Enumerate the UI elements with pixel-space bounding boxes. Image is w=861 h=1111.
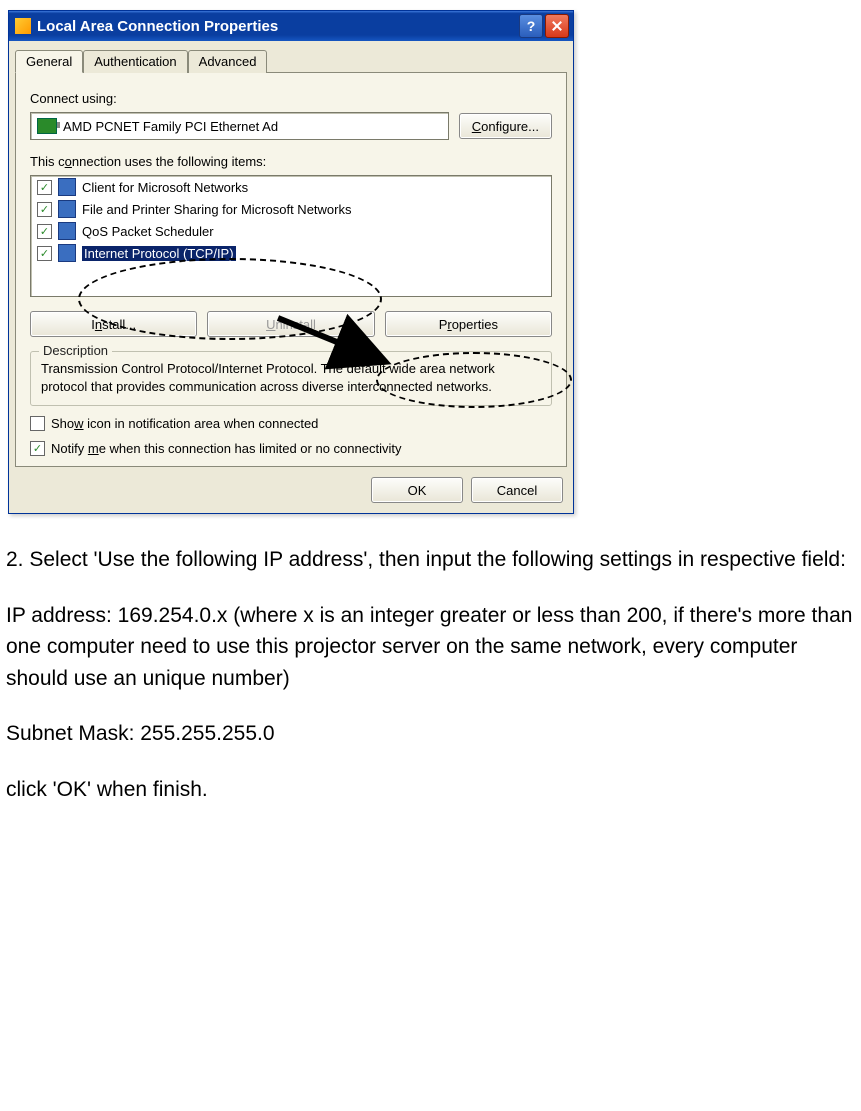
notify-label: Notify me when this connection has limit… [51,441,401,456]
description-group: Description Transmission Control Protoco… [30,351,552,406]
tab-general[interactable]: General [15,50,83,73]
list-item[interactable]: ✓ Client for Microsoft Networks [31,176,551,198]
show-icon-checkbox[interactable]: ✓ [30,416,45,431]
properties-button[interactable]: Properties [385,311,552,337]
instructions-text: 2. Select 'Use the following IP address'… [0,514,861,839]
item-label: File and Printer Sharing for Microsoft N… [82,202,351,217]
connection-properties-dialog: Local Area Connection Properties ? Gener… [8,10,574,514]
close-button[interactable] [545,14,569,38]
description-text: Transmission Control Protocol/Internet P… [41,360,541,395]
titlebar: Local Area Connection Properties ? [9,11,573,41]
adapter-name: AMD PCNET Family PCI Ethernet Ad [63,119,278,134]
network-connection-icon [15,18,31,34]
uninstall-button[interactable]: Uninstall [207,311,374,337]
list-item[interactable]: ✓ File and Printer Sharing for Microsoft… [31,198,551,220]
checkbox[interactable]: ✓ [37,180,52,195]
item-label: Client for Microsoft Networks [82,180,248,195]
tab-authentication[interactable]: Authentication [83,50,187,73]
ok-button[interactable]: OK [371,477,463,503]
dialog-buttons: OK Cancel [9,467,573,513]
list-item[interactable]: ✓ QoS Packet Scheduler [31,220,551,242]
window-title: Local Area Connection Properties [37,18,519,35]
service-icon [58,222,76,240]
protocol-icon [58,244,76,262]
notify-checkbox[interactable]: ✓ [30,441,45,456]
cancel-button[interactable]: Cancel [471,477,563,503]
tab-panel-general: Connect using: AMD PCNET Family PCI Ethe… [15,72,567,467]
items-listbox[interactable]: ✓ Client for Microsoft Networks ✓ File a… [30,175,552,297]
checkbox[interactable]: ✓ [37,224,52,239]
checkbox[interactable]: ✓ [37,202,52,217]
tabs: General Authentication Advanced [9,41,573,72]
configure-button[interactable]: Configure... [459,113,552,139]
list-item[interactable]: ✓ Internet Protocol (TCP/IP) [31,242,551,264]
checkbox[interactable]: ✓ [37,246,52,261]
item-label: QoS Packet Scheduler [82,224,214,239]
ip-address-line: IP address: 169.254.0.x (where x is an i… [6,600,856,695]
nic-icon [37,118,57,134]
help-button[interactable]: ? [519,14,543,38]
finish-line: click 'OK' when finish. [6,774,856,806]
tab-advanced[interactable]: Advanced [188,50,268,73]
subnet-mask-line: Subnet Mask: 255.255.255.0 [6,718,856,750]
adapter-field[interactable]: AMD PCNET Family PCI Ethernet Ad [30,112,449,140]
client-icon [58,178,76,196]
service-icon [58,200,76,218]
install-button[interactable]: Install... [30,311,197,337]
item-label: Internet Protocol (TCP/IP) [82,246,236,261]
connect-using-label: Connect using: [30,91,552,106]
step2-intro: 2. Select 'Use the following IP address'… [6,544,856,576]
items-label: This connection uses the following items… [30,154,552,169]
description-title: Description [39,343,112,358]
show-icon-label: Show icon in notification area when conn… [51,416,318,431]
